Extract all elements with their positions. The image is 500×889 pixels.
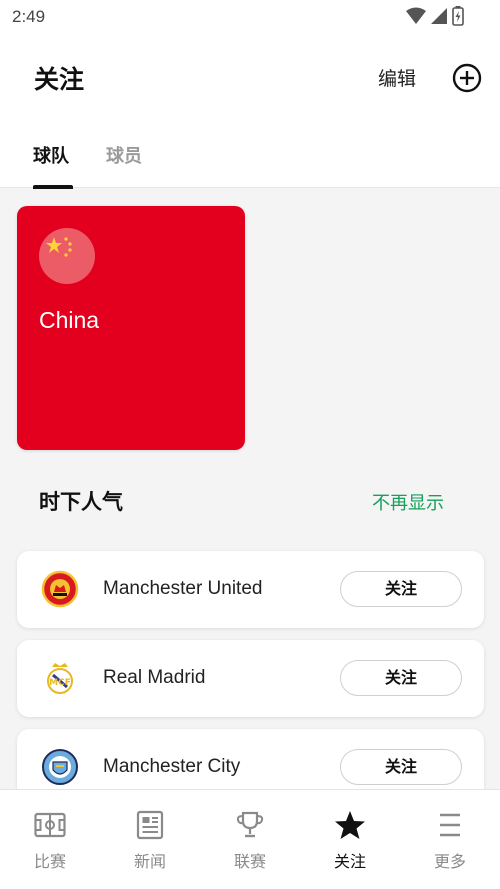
trophy-icon [236, 811, 264, 838]
nav-label: 比赛 [33, 852, 66, 871]
tab-teams[interactable]: 球队 [33, 142, 69, 168]
club-name: Manchester United [103, 578, 263, 599]
follow-button[interactable]: 关注 [340, 749, 462, 785]
page-header: 关注 编辑 [0, 50, 500, 106]
signal-icon [431, 8, 447, 24]
club-name: Real Madrid [103, 667, 206, 688]
club-row-real-madrid[interactable]: MCF Real Madrid 关注 [17, 640, 484, 717]
status-bar: 2:49 [0, 0, 500, 34]
popular-section-header: 时下人气 不再显示 [0, 480, 500, 520]
top-panel: 2:49 关注 编辑 球队 球员 [0, 0, 500, 189]
status-icons [406, 6, 464, 26]
team-card-china[interactable]: China [17, 206, 245, 450]
edit-button[interactable]: 编辑 [378, 64, 416, 91]
nav-item-following[interactable]: 关注 [300, 790, 400, 889]
nav-label: 联赛 [233, 852, 266, 871]
manchester-city-crest-icon [42, 749, 78, 785]
newspaper-icon [136, 810, 164, 840]
team-name: China [39, 307, 100, 333]
wifi-icon [406, 7, 426, 24]
china-flag-icon [39, 228, 95, 284]
section-title: 时下人气 [39, 490, 123, 514]
svg-text:MCF: MCF [49, 678, 71, 688]
nav-item-more[interactable]: 更多 [400, 790, 500, 889]
nav-label: 更多 [433, 852, 466, 871]
nav-label: 新闻 [133, 852, 166, 871]
battery-icon [452, 6, 464, 26]
club-name: Manchester City [103, 756, 241, 777]
real-madrid-crest-icon: MCF [47, 663, 73, 694]
tab-bar: 球队 球员 [0, 130, 500, 189]
add-circle-icon[interactable] [452, 63, 482, 93]
follow-button[interactable]: 关注 [340, 660, 462, 696]
nav-item-news[interactable]: 新闻 [100, 790, 200, 889]
bottom-nav: 比赛 新闻 联赛 关注 更多 [0, 789, 500, 889]
nav-label: 关注 [333, 852, 366, 871]
tab-players[interactable]: 球员 [106, 142, 142, 168]
dismiss-link[interactable]: 不再显示 [372, 489, 444, 515]
follow-button[interactable]: 关注 [340, 571, 462, 607]
pitch-icon [34, 812, 66, 838]
page-title: 关注 [34, 65, 85, 94]
star-icon [335, 811, 365, 839]
club-row-manchester-united[interactable]: Manchester United 关注 [17, 551, 484, 628]
status-time: 2:49 [12, 7, 46, 26]
nav-item-leagues[interactable]: 联赛 [200, 790, 300, 889]
nav-item-matches[interactable]: 比赛 [0, 790, 100, 889]
manchester-united-crest-icon [41, 570, 79, 608]
menu-icon [440, 813, 460, 837]
tab-active-indicator [33, 185, 73, 189]
